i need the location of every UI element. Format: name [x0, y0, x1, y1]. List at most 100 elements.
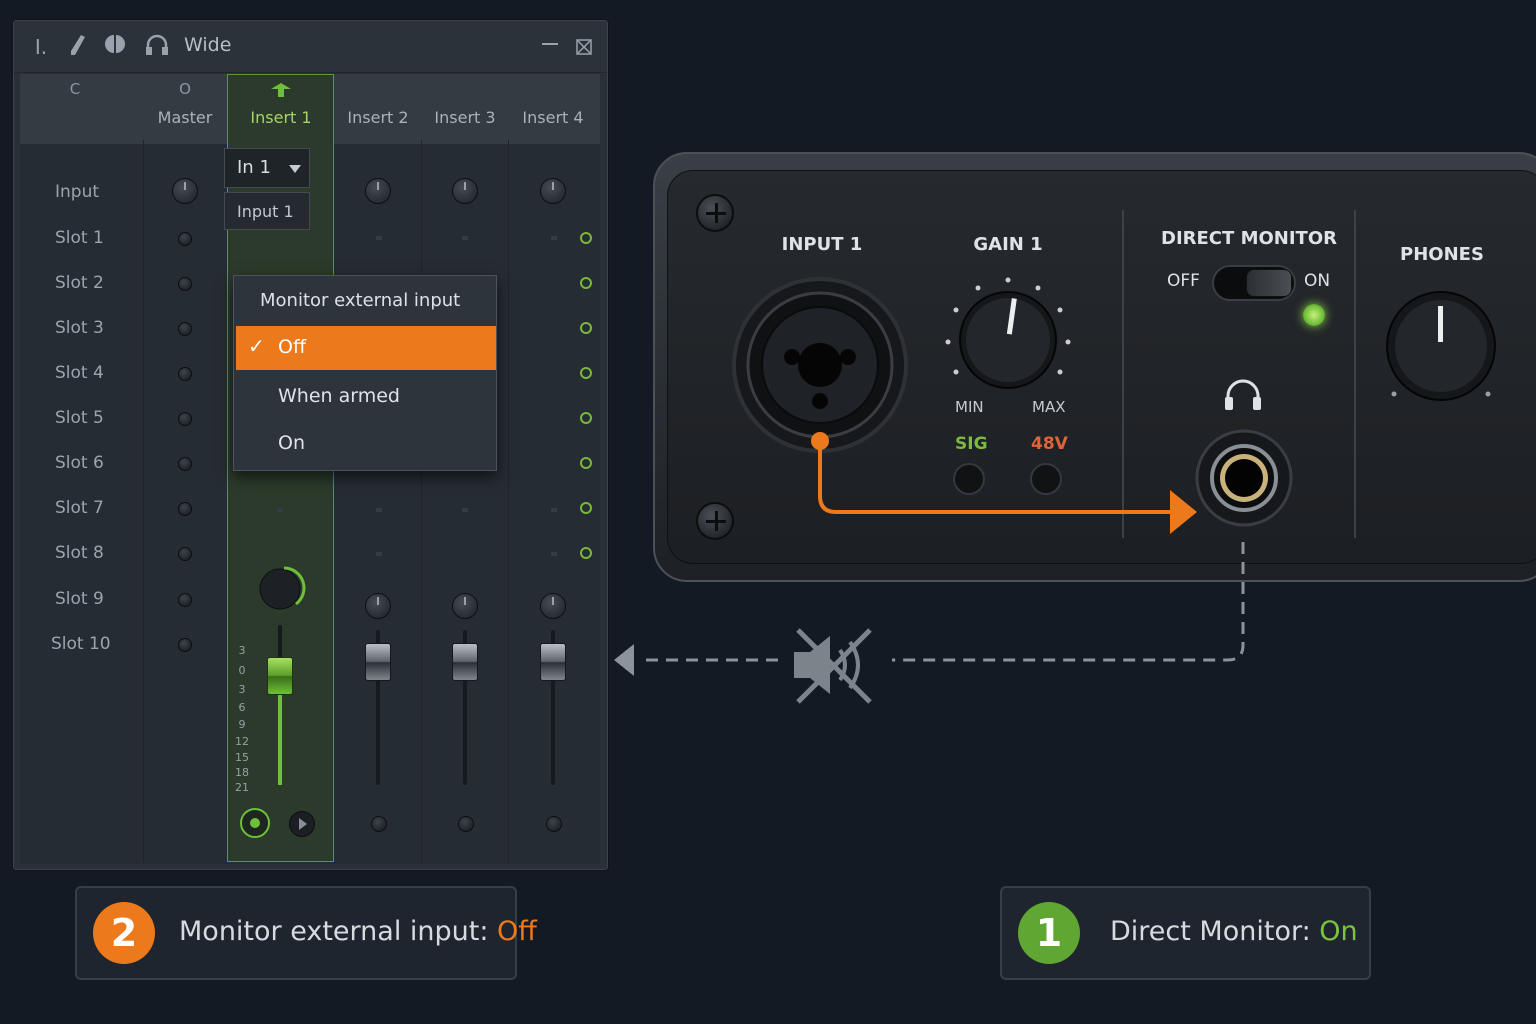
- mute-speaker-icon: [788, 624, 878, 708]
- insert-3-input-knob[interactable]: [452, 178, 478, 204]
- slot-active-indicator[interactable]: [580, 277, 592, 289]
- row-label-slot: Slot 6: [55, 453, 104, 473]
- meter-scale-label: 9: [238, 718, 246, 731]
- meter-scale-label: 3: [238, 683, 246, 696]
- row-label-slot: Slot 10: [51, 634, 111, 654]
- row-label-slot: Slot 2: [55, 273, 104, 293]
- row-label-slot: Slot 9: [55, 589, 104, 609]
- slot-active-indicator[interactable]: [580, 232, 592, 244]
- callout-text: Monitor external input: Off: [179, 916, 537, 947]
- master-slot-button[interactable]: [178, 232, 192, 246]
- callout-label: Monitor external input:: [179, 916, 498, 947]
- insert-4-fader-cap[interactable]: [540, 643, 566, 681]
- phones-volume-knob[interactable]: [1380, 290, 1504, 404]
- meter-scale-label: 18: [235, 766, 249, 779]
- slot-marker: [376, 508, 382, 512]
- insert-1-pan-knob[interactable]: [258, 564, 306, 612]
- gain-knob[interactable]: [938, 272, 1078, 402]
- close-icon[interactable]: [576, 39, 592, 55]
- meter-scale-label: 15: [235, 751, 249, 764]
- master-slot-button[interactable]: [178, 593, 192, 607]
- stereo-icon[interactable]: [100, 33, 130, 61]
- master-slot-button[interactable]: [178, 322, 192, 336]
- insert-2-pan-knob[interactable]: [365, 593, 391, 619]
- phones-label: PHONES: [1400, 244, 1484, 265]
- column-label-insert-1[interactable]: Insert 1: [236, 108, 326, 127]
- gain-min-label: MIN: [955, 398, 984, 416]
- master-slot-button[interactable]: [178, 547, 192, 561]
- slot-marker: [277, 508, 283, 512]
- check-icon: ✓: [248, 334, 265, 358]
- meter-scale-label: 12: [235, 735, 249, 748]
- insert-2-fader-cap[interactable]: [365, 643, 391, 681]
- slot-active-indicator[interactable]: [580, 502, 592, 514]
- row-label-slot: Slot 1: [55, 228, 104, 248]
- meter-scale-label: 3: [238, 644, 246, 657]
- row-label-slot: Slot 7: [55, 498, 104, 518]
- monitor-input-callout: 2 Monitor external input: Off: [75, 886, 537, 980]
- slot-active-indicator[interactable]: [580, 457, 592, 469]
- column-label-master[interactable]: Master: [140, 108, 230, 127]
- pencil-icon[interactable]: [62, 33, 92, 61]
- insert-2-button[interactable]: [371, 816, 387, 832]
- headphone-icon: [1222, 376, 1264, 412]
- menu-item-off[interactable]: ✓ Off: [236, 326, 496, 370]
- insert-2-input-knob[interactable]: [365, 178, 391, 204]
- monitor-input-menu: Monitor external input ✓ Off When armed …: [233, 275, 497, 471]
- minimize-icon[interactable]: [542, 43, 558, 45]
- master-slot-button[interactable]: [178, 638, 192, 652]
- slot-active-indicator[interactable]: [580, 412, 592, 424]
- cursor-icon[interactable]: I.: [26, 33, 56, 61]
- direct-monitor-led: [1303, 304, 1325, 326]
- master-slot-button[interactable]: [178, 412, 192, 426]
- screw-icon: [696, 194, 734, 232]
- input-select-value: In 1: [237, 157, 271, 178]
- insert-3-fader-cap[interactable]: [452, 643, 478, 681]
- insert-1-fader-cap[interactable]: [267, 657, 293, 695]
- slot-active-indicator[interactable]: [580, 547, 592, 559]
- insert-1-arm-button[interactable]: [240, 808, 270, 838]
- title-bar: I. Wide: [14, 21, 607, 73]
- slot-active-indicator[interactable]: [580, 322, 592, 334]
- input-name-field[interactable]: Input 1: [224, 192, 310, 230]
- gain-1-label: GAIN 1: [973, 234, 1043, 255]
- insert-3-button[interactable]: [458, 816, 474, 832]
- menu-item-when-armed[interactable]: When armed: [236, 375, 496, 419]
- insert-1-play-button[interactable]: [289, 811, 315, 837]
- slot-marker: [376, 236, 382, 240]
- row-label-slot: Slot 4: [55, 363, 104, 383]
- column-top-label: O: [179, 80, 191, 98]
- column-label-insert-4[interactable]: Insert 4: [508, 108, 598, 127]
- insert-3-pan-knob[interactable]: [452, 593, 478, 619]
- column-separator: [508, 140, 509, 862]
- meter-scale-label: 21: [235, 781, 249, 794]
- direct-monitor-switch[interactable]: [1212, 265, 1296, 301]
- master-input-knob[interactable]: [172, 178, 198, 204]
- row-label-slot: Slot 3: [55, 318, 104, 338]
- insert-4-pan-knob[interactable]: [540, 593, 566, 619]
- headphone-icon[interactable]: [142, 33, 172, 61]
- direct-monitor-callout: 1 Direct Monitor: On: [1000, 886, 1371, 980]
- input-1-label: INPUT 1: [781, 234, 863, 255]
- switch-on-label: ON: [1304, 271, 1331, 291]
- callout-value: Off: [497, 916, 537, 947]
- master-slot-button[interactable]: [178, 367, 192, 381]
- insert-4-button[interactable]: [546, 816, 562, 832]
- slot-marker: [462, 236, 468, 240]
- menu-item-on[interactable]: On: [236, 422, 496, 466]
- step-number: 1: [1018, 902, 1080, 964]
- master-slot-button[interactable]: [178, 457, 192, 471]
- row-label-slot: Slot 8: [55, 543, 104, 563]
- column-label-insert-2[interactable]: Insert 2: [333, 108, 423, 127]
- slot-marker: [551, 552, 557, 556]
- menu-item-label: When armed: [278, 385, 400, 407]
- panel-divider: [1354, 210, 1356, 538]
- master-slot-button[interactable]: [178, 277, 192, 291]
- slot-active-indicator[interactable]: [580, 367, 592, 379]
- column-label-insert-3[interactable]: Insert 3: [420, 108, 510, 127]
- master-slot-button[interactable]: [178, 502, 192, 516]
- meter-scale-label: 0: [238, 664, 246, 677]
- slot-marker: [462, 508, 468, 512]
- insert-4-input-knob[interactable]: [540, 178, 566, 204]
- input-select[interactable]: In 1: [224, 148, 310, 188]
